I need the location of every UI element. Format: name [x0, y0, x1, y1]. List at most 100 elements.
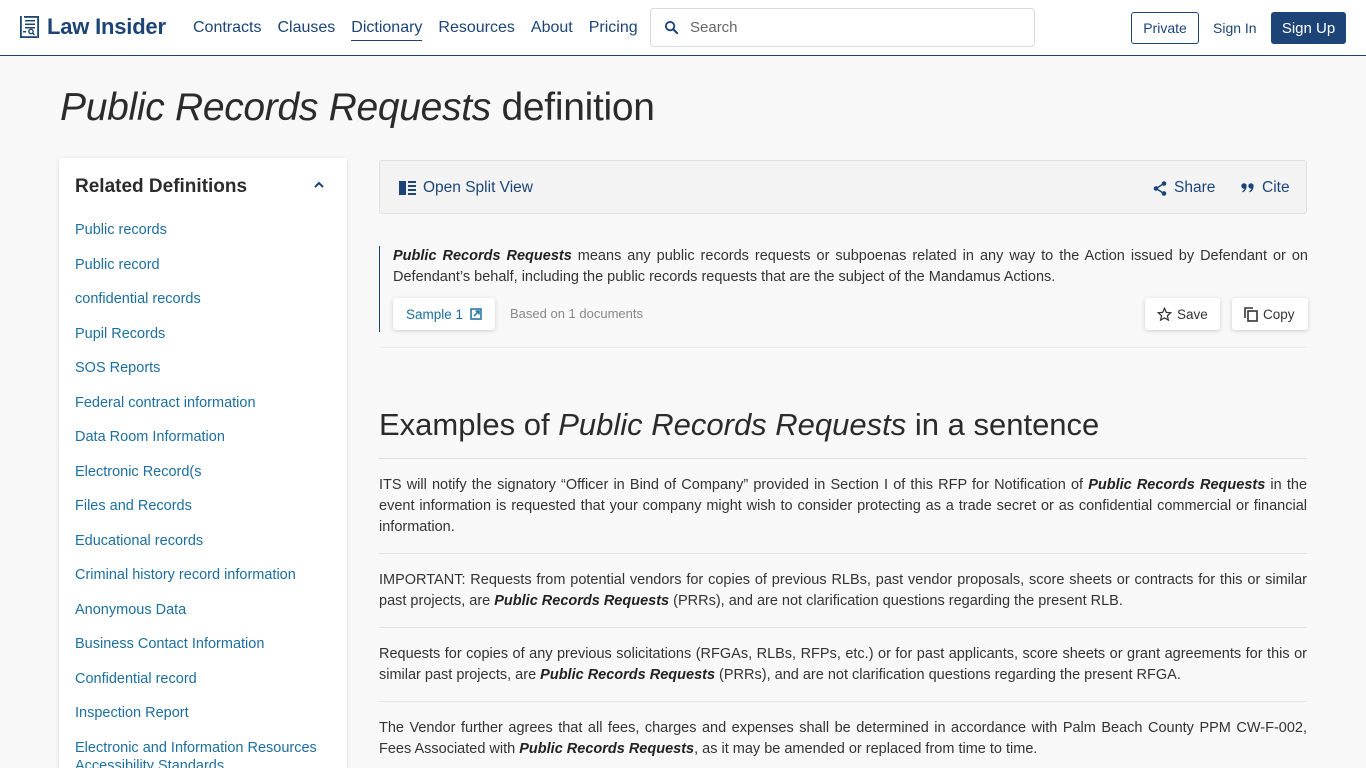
- related-definition-link[interactable]: Anonymous Data: [75, 601, 186, 619]
- brand-name: Law Insider: [47, 14, 166, 39]
- list-item: Inspection Report: [75, 704, 347, 739]
- list-item: Criminal history record information: [75, 566, 347, 601]
- open-split-view-label: Open Split View: [423, 179, 533, 196]
- sign-up-button[interactable]: Sign Up: [1271, 12, 1346, 44]
- open-split-view-button[interactable]: Open Split View: [399, 161, 533, 215]
- list-item: Business Contact Information: [75, 635, 347, 670]
- example-term: Public Records Requests: [1088, 477, 1266, 493]
- share-icon: [1153, 180, 1167, 196]
- list-item: Public record: [75, 256, 347, 291]
- external-link-icon: [470, 308, 482, 320]
- related-definitions-heading: Related Definitions: [75, 176, 248, 197]
- cite-label: Cite: [1262, 179, 1290, 196]
- divider: [379, 347, 1307, 348]
- related-definition-link[interactable]: Electronic Record(s: [75, 463, 202, 481]
- list-item: Electronic and Information Resources Acc…: [75, 739, 347, 768]
- related-definition-link[interactable]: confidential records: [75, 290, 201, 308]
- page-title-term: Public Records Requests: [60, 86, 491, 129]
- cite-button[interactable]: Cite: [1241, 161, 1290, 215]
- definition-toolbar: Open Split View Share Cite: [379, 160, 1307, 214]
- list-item: Educational records: [75, 532, 347, 567]
- related-definition-link[interactable]: Pupil Records: [75, 325, 165, 343]
- list-item: Anonymous Data: [75, 601, 347, 636]
- copy-icon: [1244, 306, 1258, 322]
- private-button[interactable]: Private: [1131, 12, 1199, 44]
- sample-1-button[interactable]: Sample 1: [393, 298, 496, 330]
- related-definition-link[interactable]: Electronic and Information Resources Acc…: [75, 739, 347, 768]
- examples-heading-suffix: in a sentence: [906, 407, 1100, 442]
- example-term: Public Records Requests: [540, 667, 716, 683]
- search-icon: [664, 20, 679, 35]
- list-item: Public records: [75, 221, 347, 256]
- logo-link[interactable]: Law Insider: [19, 14, 166, 40]
- nav-pricing[interactable]: Pricing: [589, 19, 638, 41]
- example-text: ITS will notify the signatory “Officer i…: [379, 477, 1089, 493]
- example-sentence: IMPORTANT: Requests from potential vendo…: [379, 570, 1307, 612]
- main-nav: Contracts Clauses Dictionary Resources A…: [193, 19, 638, 41]
- related-definitions-panel: Related Definitions Public records Publi…: [59, 158, 347, 768]
- list-item: SOS Reports: [75, 359, 347, 394]
- definition-text: Public Records Requests means any public…: [393, 246, 1308, 288]
- example-term: Public Records Requests: [494, 593, 670, 609]
- related-definition-link[interactable]: SOS Reports: [75, 359, 160, 377]
- divider: [379, 701, 1307, 702]
- list-item: Data Room Information: [75, 428, 347, 463]
- related-definition-link[interactable]: Business Contact Information: [75, 635, 264, 653]
- example-term: Public Records Requests: [519, 741, 695, 757]
- example-text: (PRRs), and are not clarification questi…: [669, 593, 1123, 609]
- page-title: Public Records Requests definition: [60, 86, 655, 130]
- nav-dictionary[interactable]: Dictionary: [351, 19, 423, 41]
- share-label: Share: [1174, 179, 1216, 196]
- copy-button[interactable]: Copy: [1232, 298, 1308, 330]
- based-on-count: Based on 1 documents: [510, 306, 643, 321]
- nav-about[interactable]: About: [531, 19, 573, 41]
- example-sentence: Requests for copies of any previous soli…: [379, 644, 1307, 686]
- related-definitions-list: Public records Public record confidentia…: [75, 221, 347, 768]
- divider: [379, 458, 1307, 459]
- search-box[interactable]: [650, 8, 1035, 47]
- divider: [379, 553, 1307, 554]
- copy-label: Copy: [1263, 306, 1295, 322]
- list-item: Files and Records: [75, 497, 347, 532]
- list-item: Confidential record: [75, 670, 347, 705]
- nav-contracts[interactable]: Contracts: [193, 19, 261, 41]
- page-title-suffix: definition: [490, 86, 655, 129]
- examples-heading-prefix: Examples of: [379, 407, 559, 442]
- split-view-icon: [399, 181, 416, 195]
- related-definition-link[interactable]: Files and Records: [75, 497, 192, 515]
- list-item: Pupil Records: [75, 325, 347, 360]
- related-definition-link[interactable]: Inspection Report: [75, 704, 189, 722]
- related-definition-link[interactable]: Educational records: [75, 532, 203, 550]
- top-navbar: Law Insider Contracts Clauses Dictionary…: [0, 0, 1366, 56]
- list-item: Electronic Record(s: [75, 463, 347, 498]
- examples-heading-term: Public Records Requests: [558, 407, 907, 442]
- definition-block: Public Records Requests means any public…: [379, 246, 1308, 332]
- quote-icon: [1241, 183, 1254, 193]
- example-sentence: The Vendor further agrees that all fees,…: [379, 718, 1307, 760]
- definition-term: Public Records Requests: [393, 248, 572, 264]
- document-search-icon: [20, 16, 39, 38]
- save-button[interactable]: Save: [1145, 298, 1220, 330]
- save-label: Save: [1177, 306, 1208, 322]
- related-definition-link[interactable]: Confidential record: [75, 670, 197, 688]
- list-item: confidential records: [75, 290, 347, 325]
- star-icon: [1157, 306, 1172, 321]
- list-item: Federal contract information: [75, 394, 347, 429]
- related-definition-link[interactable]: Data Room Information: [75, 428, 225, 446]
- example-sentence: ITS will notify the signatory “Officer i…: [379, 475, 1307, 538]
- sign-in-link[interactable]: Sign In: [1213, 12, 1257, 44]
- search-input[interactable]: [690, 19, 1010, 36]
- related-definition-link[interactable]: Public records: [75, 221, 167, 239]
- related-definition-link[interactable]: Federal contract information: [75, 394, 256, 412]
- example-text: (PRRs), and are not clarification questi…: [715, 667, 1181, 683]
- related-definition-link[interactable]: Public record: [75, 256, 160, 274]
- nav-resources[interactable]: Resources: [438, 19, 514, 41]
- divider: [379, 627, 1307, 628]
- sample-label: Sample 1: [406, 306, 464, 322]
- nav-clauses[interactable]: Clauses: [277, 19, 335, 41]
- chevron-up-icon[interactable]: [312, 180, 326, 190]
- examples-heading: Examples of Public Records Requests in a…: [379, 407, 1099, 443]
- example-text: , as it may be amended or replaced from …: [694, 741, 1038, 757]
- related-definition-link[interactable]: Criminal history record information: [75, 566, 296, 584]
- share-button[interactable]: Share: [1153, 161, 1215, 215]
